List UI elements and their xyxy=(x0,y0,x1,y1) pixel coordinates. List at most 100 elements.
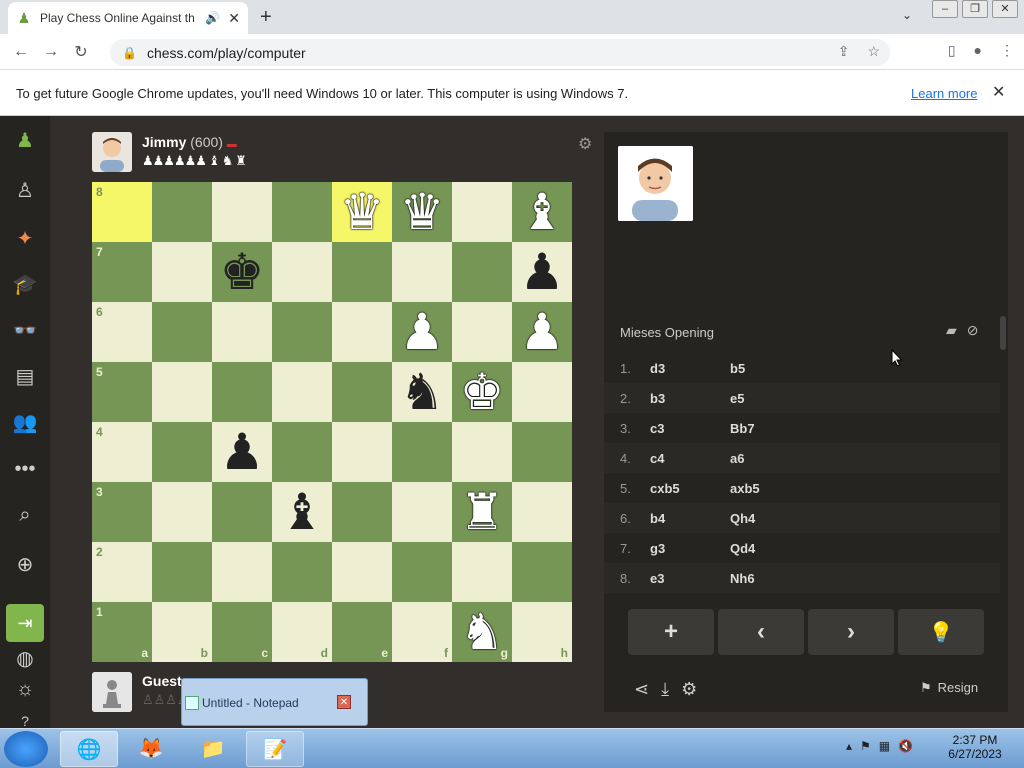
download-icon[interactable]: ⤓ xyxy=(661,679,669,700)
black-piece-f5[interactable]: ♞ xyxy=(392,362,452,422)
square-b1[interactable]: b xyxy=(152,602,212,662)
black-move[interactable]: Nh6 xyxy=(730,571,810,586)
square-f2[interactable] xyxy=(392,542,452,602)
square-e1[interactable]: e xyxy=(332,602,392,662)
black-move[interactable]: Qd4 xyxy=(730,541,810,556)
black-move[interactable]: Bb7 xyxy=(730,421,810,436)
black-move[interactable]: Qh4 xyxy=(730,511,810,526)
notepad-taskbar-icon[interactable]: 📝 xyxy=(246,731,304,767)
black-move[interactable]: e5 xyxy=(730,391,810,406)
square-f3[interactable] xyxy=(392,482,452,542)
new-game-button[interactable]: + xyxy=(628,609,714,655)
lock-icon[interactable]: 🔒 xyxy=(122,46,137,60)
guest-name[interactable]: Guest xyxy=(142,673,182,689)
network-icon[interactable]: ▦ xyxy=(879,739,890,753)
watch-icon[interactable]: 👓 xyxy=(10,316,40,346)
square-c2[interactable] xyxy=(212,542,272,602)
show-hidden-icons-icon[interactable]: ▴ xyxy=(846,739,852,753)
white-move[interactable]: c3 xyxy=(650,421,730,436)
square-d4[interactable] xyxy=(272,422,332,482)
menu-kebab-icon[interactable]: ⋮ xyxy=(1000,42,1014,59)
restore-button[interactable]: ❐ xyxy=(962,0,988,18)
book-icon[interactable]: ▰ xyxy=(946,322,957,339)
puzzles-icon[interactable]: ✦ xyxy=(10,224,40,254)
back-arrow-icon[interactable]: ← xyxy=(6,43,36,61)
square-c1[interactable]: c xyxy=(212,602,272,662)
search-icon[interactable]: ⌕ xyxy=(10,500,40,530)
square-f4[interactable] xyxy=(392,422,452,482)
language-globe-icon[interactable]: ◍ xyxy=(10,644,40,674)
square-c8[interactable] xyxy=(212,182,272,242)
start-button[interactable] xyxy=(4,731,48,767)
square-e3[interactable] xyxy=(332,482,392,542)
play-icon[interactable]: ♙ xyxy=(10,176,40,206)
opponent-name[interactable]: Jimmy xyxy=(142,134,186,150)
black-piece-c4[interactable]: ♟ xyxy=(212,422,272,482)
square-e6[interactable] xyxy=(332,302,392,362)
square-d1[interactable]: d xyxy=(272,602,332,662)
learn-more-link[interactable]: Learn more xyxy=(911,86,977,101)
white-piece-f6[interactable]: ♟ xyxy=(392,302,452,362)
square-b6[interactable] xyxy=(152,302,212,362)
learn-icon[interactable]: 🎓 xyxy=(10,270,40,300)
square-b3[interactable] xyxy=(152,482,212,542)
news-icon[interactable]: ▤ xyxy=(10,362,40,392)
square-a8[interactable]: 8 xyxy=(92,182,152,242)
black-move[interactable]: a6 xyxy=(730,451,810,466)
next-move-button[interactable]: › xyxy=(808,609,894,655)
square-f1[interactable]: f xyxy=(392,602,452,662)
square-e2[interactable] xyxy=(332,542,392,602)
square-d6[interactable] xyxy=(272,302,332,362)
share-icon[interactable]: ⇪ xyxy=(838,43,850,60)
white-piece-g3[interactable]: ♜ xyxy=(452,482,512,542)
browser-tab[interactable]: ♟ Play Chess Online Against th 🔊 ✕ xyxy=(8,2,248,34)
theme-toggle-icon[interactable]: ☼ xyxy=(10,674,40,704)
white-move[interactable]: g3 xyxy=(650,541,730,556)
white-move[interactable]: d3 xyxy=(650,361,730,376)
white-piece-h8[interactable]: ♝ xyxy=(512,182,572,242)
square-a1[interactable]: 1a xyxy=(92,602,152,662)
square-c3[interactable] xyxy=(212,482,272,542)
white-move[interactable]: b4 xyxy=(650,511,730,526)
minimize-button[interactable]: – xyxy=(932,0,958,18)
login-icon[interactable]: ⇥ xyxy=(6,604,44,642)
square-a4[interactable]: 4 xyxy=(92,422,152,482)
resign-button[interactable]: ⚑ Resign xyxy=(920,680,978,696)
volume-icon[interactable]: 🔇 xyxy=(898,739,913,753)
square-a7[interactable]: 7 xyxy=(92,242,152,302)
white-piece-g5[interactable]: ♚ xyxy=(452,362,512,422)
square-e4[interactable] xyxy=(332,422,392,482)
white-piece-f8[interactable]: ♛ xyxy=(392,182,452,242)
black-piece-h7[interactable]: ♟ xyxy=(512,242,572,302)
black-move[interactable]: axb5 xyxy=(730,481,810,496)
side-panel-icon[interactable]: ▯ xyxy=(948,42,956,59)
chessboard[interactable]: 8 7 6 5 4 3 2 1 a b c d e f g h ♛ ♛ ♝ ♚ ♟ ♟ ♟ ♞ ♚ ♟ ♝ ♜ ♞ xyxy=(92,182,572,662)
square-d5[interactable] xyxy=(272,362,332,422)
square-f7[interactable] xyxy=(392,242,452,302)
address-bar[interactable]: 🔒 chess.com/play/computer ⇪ ☆ xyxy=(110,39,890,66)
preview-close-icon[interactable]: ✕ xyxy=(337,695,351,709)
notepad-taskbar-preview[interactable]: Untitled - Notepad ✕ xyxy=(181,678,368,726)
black-piece-d3[interactable]: ♝ xyxy=(272,482,332,542)
tab-close-icon[interactable]: ✕ xyxy=(228,10,240,27)
add-friend-icon[interactable]: ⊕ xyxy=(10,550,40,580)
board-settings-gear-icon[interactable]: ⚙ xyxy=(578,134,592,154)
white-move[interactable]: cxb5 xyxy=(650,481,730,496)
white-piece-h6[interactable]: ♟ xyxy=(512,302,572,362)
square-a5[interactable]: 5 xyxy=(92,362,152,422)
square-a2[interactable]: 2 xyxy=(92,542,152,602)
previous-move-button[interactable]: ‹ xyxy=(718,609,804,655)
profile-icon[interactable]: ● xyxy=(974,42,982,59)
square-h1[interactable]: h xyxy=(512,602,572,662)
white-piece-e8[interactable]: ♛ xyxy=(332,182,392,242)
bookmark-star-icon[interactable]: ☆ xyxy=(867,43,880,60)
tab-search-chevron-icon[interactable]: ⌄ xyxy=(902,8,912,22)
square-c5[interactable] xyxy=(212,362,272,422)
square-d2[interactable] xyxy=(272,542,332,602)
firefox-taskbar-icon[interactable]: 🦊 xyxy=(122,731,180,767)
white-move[interactable]: b3 xyxy=(650,391,730,406)
black-piece-c7[interactable]: ♚ xyxy=(212,242,272,302)
close-window-button[interactable]: ✕ xyxy=(992,0,1018,18)
square-g8[interactable] xyxy=(452,182,512,242)
square-b2[interactable] xyxy=(152,542,212,602)
